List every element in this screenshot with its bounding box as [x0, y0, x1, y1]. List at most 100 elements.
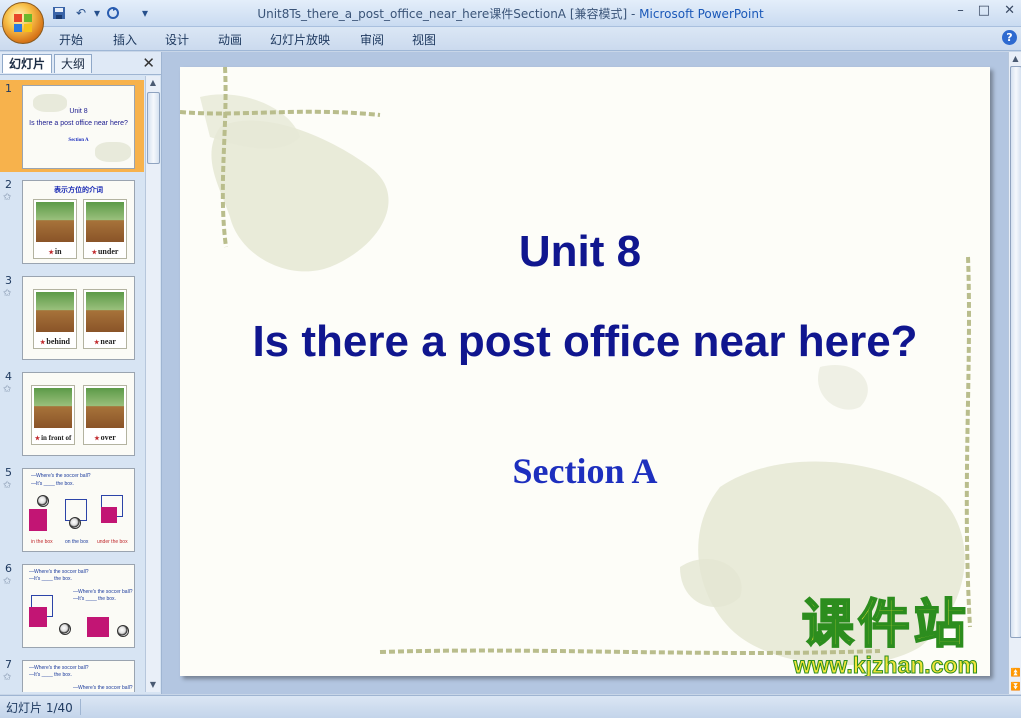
maximize-button[interactable]: □	[978, 3, 990, 18]
picture-card: behind	[33, 289, 77, 349]
window-controls: – □ ✕	[957, 3, 1015, 18]
document-title: Unit8Ts_there_a_post_office_near_here课件S…	[257, 7, 628, 21]
slide-subtitle[interactable]: Is there a post office near here?	[180, 317, 990, 367]
slide-thumbnail-7[interactable]: 7 ✩ —Where's the soccer ball? —It's ____…	[0, 656, 144, 692]
watermark-logo: 课件站 www.kjzhan.com	[793, 595, 978, 677]
slide-number: 2	[5, 178, 12, 191]
help-icon[interactable]: ?	[1002, 30, 1017, 45]
slide-number: 6	[5, 562, 12, 575]
panel-tabs: 幻灯片 大纲 ✕	[0, 52, 161, 75]
window-title: Unit8Ts_there_a_post_office_near_here课件S…	[0, 5, 1021, 22]
tab-view[interactable]: 视图	[412, 31, 436, 48]
scroll-down-icon[interactable]: ▼	[146, 678, 160, 692]
thumb-line: —It's ____ the box.	[73, 596, 116, 602]
picture-card: in front of	[31, 385, 75, 445]
thumb-section: Section A	[68, 138, 89, 143]
scroll-up-icon[interactable]: ▲	[146, 76, 160, 90]
watermark-url: www.kjzhan.com	[793, 652, 978, 677]
slide-number: 4	[5, 370, 12, 383]
editor-scrollbar[interactable]: ▲ ⏫ ⏬	[1008, 52, 1021, 694]
close-button[interactable]: ✕	[1004, 3, 1015, 18]
tab-outline[interactable]: 大纲	[54, 54, 93, 73]
title-bar: ↶ ▾ ▾ Unit8Ts_there_a_post_office_near_h…	[0, 0, 1021, 27]
close-panel-icon[interactable]: ✕	[142, 54, 155, 72]
scroll-thumb[interactable]	[147, 92, 160, 164]
thumb-caption: under the box	[97, 539, 128, 545]
title-separator: -	[627, 7, 640, 21]
card-label: in	[34, 247, 76, 256]
card-label: behind	[34, 337, 76, 346]
previous-slide-icon[interactable]: ⏫	[1009, 666, 1021, 680]
picture-card: under	[83, 199, 127, 259]
slide-preview: behind near	[22, 276, 135, 360]
slide-section-label[interactable]: Section A	[180, 450, 990, 492]
thumbnail-list: 1 Unit 8 Is there a post office near her…	[0, 76, 144, 692]
tab-home[interactable]: 开始	[59, 31, 83, 48]
office-logo-icon	[14, 14, 32, 32]
card-label: in front of	[32, 434, 74, 442]
slide-preview: 表示方位的介词 in under	[22, 180, 135, 264]
picture-card: in	[33, 199, 77, 259]
current-slide[interactable]: Unit 8 Is there a post office near here?…	[180, 67, 990, 676]
minimize-button[interactable]: –	[957, 3, 964, 18]
thumb-caption: on the box	[65, 539, 89, 545]
tab-insert[interactable]: 插入	[113, 31, 137, 48]
office-button[interactable]	[2, 2, 44, 44]
tab-slide-show[interactable]: 幻灯片放映	[270, 31, 330, 48]
slide-thumbnail-3[interactable]: 3 ✩ behind near	[0, 272, 144, 364]
tab-design[interactable]: 设计	[165, 31, 189, 48]
tab-review[interactable]: 审阅	[360, 31, 384, 48]
app-title: Microsoft PowerPoint	[639, 7, 764, 21]
tab-slides[interactable]: 幻灯片	[2, 54, 53, 73]
status-bar: 幻灯片 1/40	[0, 695, 1021, 718]
watermark-text: 课件站	[801, 595, 970, 655]
slide-thumbnail-4[interactable]: 4 ✩ in front of over	[0, 368, 144, 460]
slide-thumbnail-6[interactable]: 6 ✩ —Where's the soccer ball? —It's ____…	[0, 560, 144, 652]
card-label: under	[84, 247, 126, 256]
animation-star-icon: ✩	[3, 288, 12, 299]
animation-star-icon: ✩	[3, 384, 12, 395]
card-label: near	[84, 337, 126, 346]
thumb-caption: in the box	[31, 539, 53, 545]
thumb-line: —It's ____ the box.	[29, 576, 72, 582]
slide-editor: Unit 8 Is there a post office near here?…	[162, 52, 1008, 694]
slide-number: 1	[5, 82, 12, 95]
thumb-line: —Where's the soccer ball?	[31, 473, 91, 479]
slide-title[interactable]: Unit 8	[180, 227, 980, 277]
picture-card: near	[83, 289, 127, 349]
animation-star-icon: ✩	[3, 576, 12, 587]
slides-panel: 幻灯片 大纲 ✕ 1 Unit 8 Is there a post office…	[0, 52, 162, 694]
slide-preview: Unit 8 Is there a post office near here?…	[22, 85, 135, 169]
slide-number: 5	[5, 466, 12, 479]
thumb-subtitle: Is there a post office near here?	[29, 120, 128, 127]
scroll-up-icon[interactable]: ▲	[1009, 52, 1021, 66]
thumb-title: Unit 8	[69, 108, 88, 115]
slide-preview: —Where's the soccer ball? —It's ____ the…	[22, 660, 135, 692]
slide-background-art	[180, 67, 972, 666]
thumb-line: —Where's the soccer ball?	[73, 685, 133, 691]
thumb-line: —Where's the soccer ball?	[29, 569, 89, 575]
card-label: over	[84, 433, 126, 442]
slide-thumbnail-5[interactable]: 5 ✩ —Where's the soccer ball? —It's ____…	[0, 464, 144, 556]
thumb-line: —It's ____ the box.	[29, 672, 72, 678]
animation-star-icon: ✩	[3, 672, 12, 683]
slide-preview: in front of over	[22, 372, 135, 456]
ribbon-tabs: 开始 插入 设计 动画 幻灯片放映 审阅 视图 ?	[0, 27, 1021, 51]
thumb-heading: 表示方位的介词	[54, 187, 103, 194]
tab-animations[interactable]: 动画	[218, 31, 242, 48]
thumb-line: —Where's the soccer ball?	[73, 589, 133, 595]
scroll-thumb[interactable]	[1010, 66, 1021, 638]
animation-star-icon: ✩	[3, 192, 12, 203]
thumb-line: —It's ____ the box.	[31, 481, 74, 487]
thumbnail-scrollbar[interactable]: ▲ ▼	[145, 76, 160, 692]
picture-card: over	[83, 385, 127, 445]
next-slide-icon[interactable]: ⏬	[1009, 680, 1021, 694]
status-divider	[80, 699, 81, 715]
slide-preview: —Where's the soccer ball? —It's ____ the…	[22, 468, 135, 552]
animation-star-icon: ✩	[3, 480, 12, 491]
slide-thumbnail-1[interactable]: 1 Unit 8 Is there a post office near her…	[0, 80, 144, 172]
slide-number: 3	[5, 274, 12, 287]
slide-counter: 幻灯片 1/40	[6, 701, 73, 715]
slide-thumbnail-2[interactable]: 2 ✩ 表示方位的介词 in under	[0, 176, 144, 268]
slide-preview: —Where's the soccer ball? —It's ____ the…	[22, 564, 135, 648]
